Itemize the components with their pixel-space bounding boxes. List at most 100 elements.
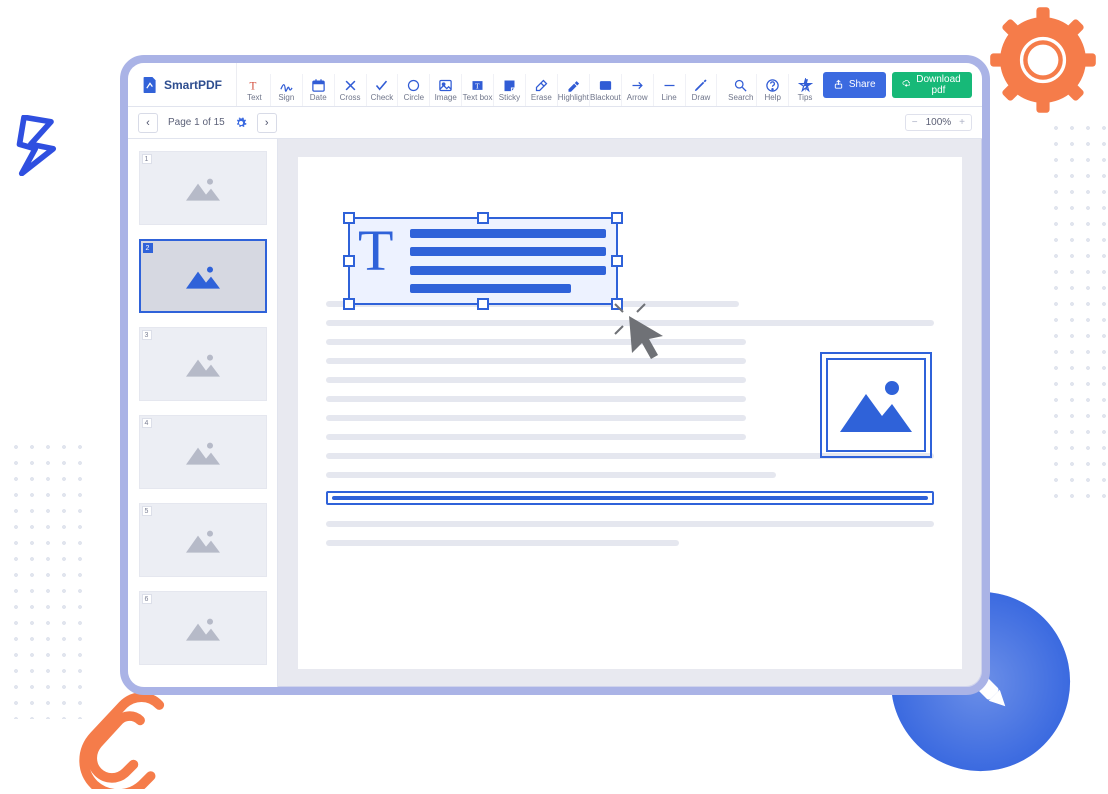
tool-text[interactable]: TText [239, 74, 271, 106]
line-icon [661, 77, 677, 93]
text-line [326, 339, 746, 345]
workspace: 1 2 3 4 5 6 T [128, 139, 982, 687]
tool-label: Image [435, 93, 457, 102]
tool-check[interactable]: Check [367, 74, 399, 106]
thumb-number: 2 [143, 243, 153, 253]
resize-handle-nw[interactable] [343, 212, 355, 224]
cross-icon [342, 77, 358, 93]
app-name: SmartPDF [164, 78, 222, 92]
tool-label: Arrow [627, 93, 648, 102]
resize-handle-sw[interactable] [343, 298, 355, 310]
tool-tips[interactable]: Tips [789, 74, 821, 106]
gear-icon [988, 5, 1098, 115]
next-page-button[interactable]: › [257, 113, 277, 133]
page-thumbnail[interactable]: 5 [139, 503, 267, 577]
tool-date[interactable]: Date [303, 74, 335, 106]
thumb-number: 4 [142, 418, 152, 428]
text-lines-placeholder [410, 229, 606, 293]
tool-line[interactable]: Line [654, 74, 686, 106]
toolbar-actions: Share Download pdf [823, 63, 982, 106]
zoom-value: 100% [920, 117, 958, 128]
arrow-icon [629, 77, 645, 93]
image-icon [438, 77, 454, 93]
tool-label: Highlight [558, 93, 589, 102]
tool-label: Tips [798, 93, 813, 102]
page-navigator: ‹ Page 1 of 15 › [128, 113, 287, 133]
resize-handle-e[interactable] [611, 255, 623, 267]
prev-page-button[interactable]: ‹ [138, 113, 158, 133]
app-window: SmartPDF TTextSignDateCrossCheckCircleIm… [120, 55, 990, 695]
zoom-out-icon[interactable]: − [912, 117, 918, 128]
highlighted-line[interactable] [326, 491, 934, 505]
zoom-in-icon[interactable]: + [959, 117, 965, 128]
text-line [326, 521, 934, 527]
thumb-number: 3 [142, 330, 152, 340]
tool-cross[interactable]: Cross [335, 74, 367, 106]
tool-image[interactable]: Image [430, 74, 462, 106]
page-thumbnail[interactable]: 4 [139, 415, 267, 489]
text-line [326, 434, 746, 440]
resize-handle-w[interactable] [343, 255, 355, 267]
page-thumbnails: 1 2 3 4 5 6 [128, 139, 278, 687]
lightning-icon [15, 115, 60, 175]
tool-textbox[interactable]: TText box [462, 74, 494, 106]
zoom-control[interactable]: − 100% + [905, 114, 972, 131]
sub-toolbar: ‹ Page 1 of 15 › − 100% + [128, 107, 982, 139]
text-line [326, 358, 746, 364]
tool-label: Draw [692, 93, 711, 102]
download-button[interactable]: Download pdf [892, 72, 972, 98]
decor-dots-right [1048, 120, 1108, 500]
tool-help[interactable]: Help [757, 74, 789, 106]
tool-circle[interactable]: Circle [398, 74, 430, 106]
draw-icon [693, 77, 709, 93]
dropcap-icon: T [358, 225, 393, 277]
resize-handle-n[interactable] [477, 212, 489, 224]
app-brand: SmartPDF [128, 63, 237, 106]
sticky-icon [501, 77, 517, 93]
canvas[interactable]: T [278, 139, 982, 687]
text-icon: T [246, 77, 262, 93]
inserted-image[interactable] [820, 352, 932, 458]
svg-text:T: T [249, 80, 256, 92]
text-line [326, 415, 746, 421]
tool-label: Sticky [499, 93, 520, 102]
tool-search[interactable]: Search [725, 74, 757, 106]
tool-label: Sign [278, 93, 294, 102]
document-page[interactable]: T [298, 157, 962, 669]
resize-handle-ne[interactable] [611, 212, 623, 224]
tool-highlight[interactable]: Highlight [558, 74, 590, 106]
tool-label: Cross [340, 93, 361, 102]
help-icon [765, 77, 781, 93]
resize-handle-s[interactable] [477, 298, 489, 310]
tool-label: Help [764, 93, 780, 102]
text-line [326, 540, 679, 546]
page-thumbnail[interactable]: 3 [139, 327, 267, 401]
tool-blackout[interactable]: Blackout [590, 74, 622, 106]
tool-label: Text [247, 93, 262, 102]
tool-sticky[interactable]: Sticky [494, 74, 526, 106]
page-settings-icon[interactable] [235, 117, 247, 129]
text-line [326, 472, 776, 478]
erase-icon [533, 77, 549, 93]
thumb-number: 6 [142, 594, 152, 604]
share-label: Share [849, 79, 876, 90]
download-label: Download pdf [915, 74, 962, 96]
share-button[interactable]: Share [823, 72, 886, 98]
decor-dots-left [8, 439, 93, 719]
tool-label: Blackout [590, 93, 621, 102]
sign-icon [278, 77, 294, 93]
tool-label: Line [662, 93, 677, 102]
date-icon [310, 77, 326, 93]
selected-text-box[interactable]: T [348, 217, 618, 305]
textbox-icon: T [470, 77, 486, 93]
text-line [326, 377, 746, 383]
tool-erase[interactable]: Erase [526, 74, 558, 106]
page-thumbnail[interactable]: 2 [139, 239, 267, 313]
highlight-icon [565, 77, 581, 93]
tool-sign[interactable]: Sign [271, 74, 303, 106]
tool-draw[interactable]: Draw [686, 74, 718, 106]
page-thumbnail[interactable]: 1 [139, 151, 267, 225]
tool-arrow[interactable]: Arrow [622, 74, 654, 106]
page-thumbnail[interactable]: 6 [139, 591, 267, 665]
blackout-icon [597, 77, 613, 93]
